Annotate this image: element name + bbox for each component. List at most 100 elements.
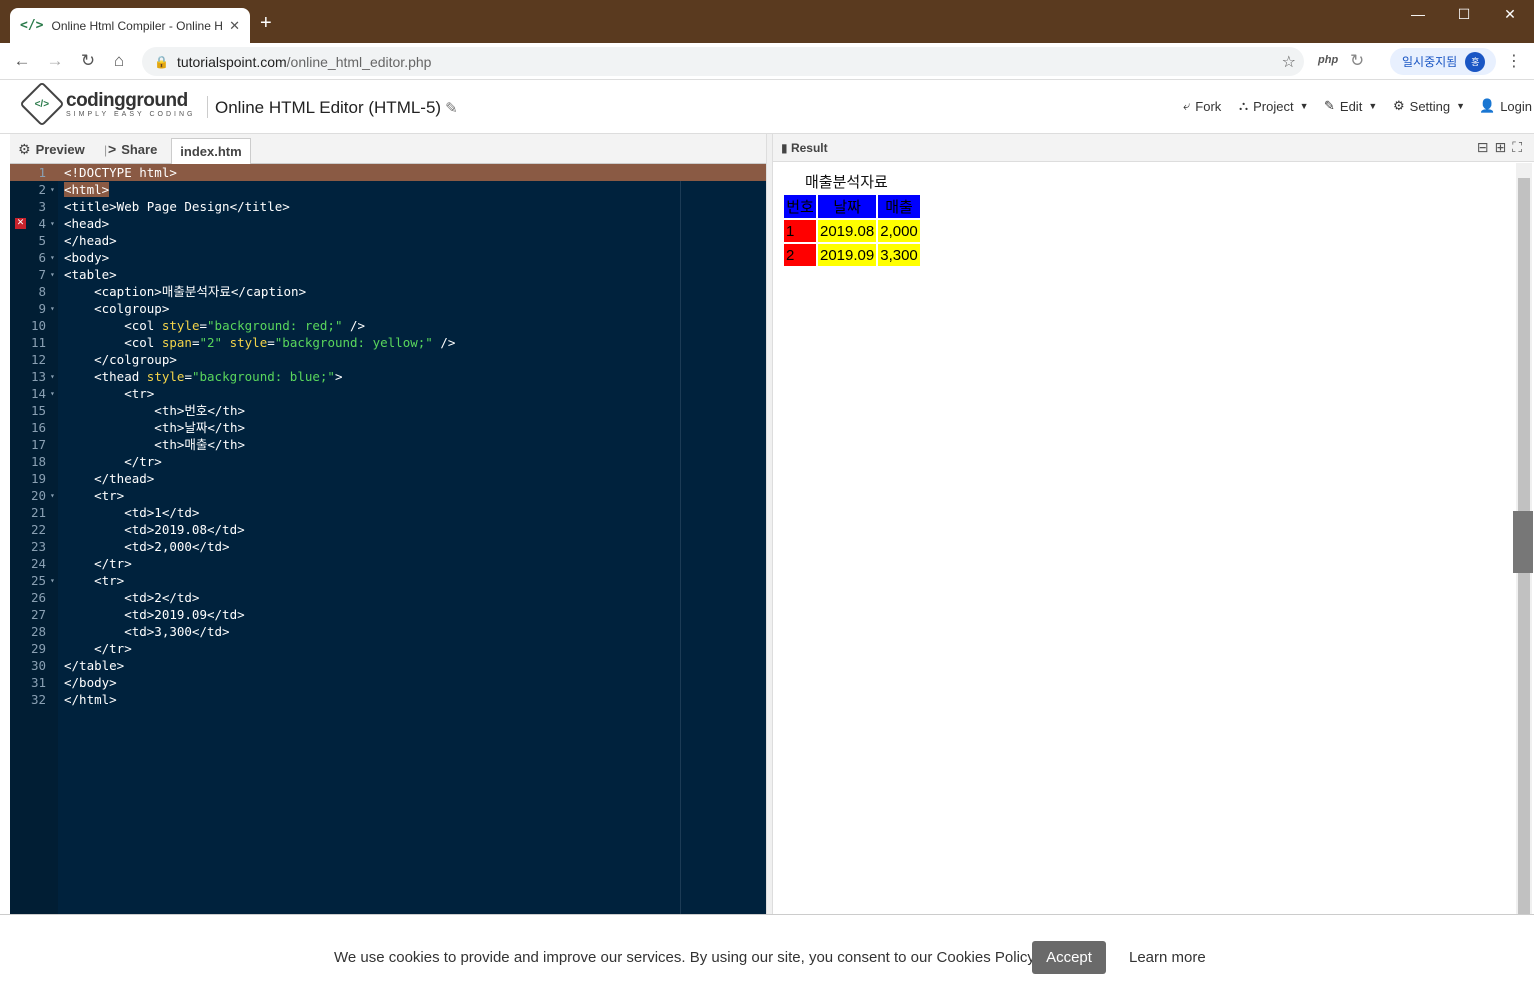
code-line: 27 <td>2019.09</td>: [10, 606, 766, 623]
php-extension-icon[interactable]: php: [1318, 54, 1338, 66]
code-line: 21 <td>1</td>: [10, 504, 766, 521]
new-tab-button[interactable]: +: [260, 12, 272, 35]
setting-label: Setting: [1409, 98, 1451, 114]
learn-more-link[interactable]: Learn more: [1129, 949, 1206, 966]
code-line: 15 <th>번호</th>: [10, 402, 766, 419]
table-row: 1 2019.08 2,000: [784, 220, 920, 242]
code-text: <colgroup>: [64, 301, 170, 316]
line-number: 25: [30, 573, 46, 588]
tab-index-htm[interactable]: index.htm: [171, 138, 251, 164]
line-number: 5: [38, 233, 46, 248]
header-divider: [207, 96, 208, 118]
bar-chart-icon: ▮: [781, 141, 791, 155]
fold-arrow-icon[interactable]: ▾: [50, 300, 55, 317]
fork-button[interactable]: ⤶ Fork: [1183, 98, 1221, 114]
code-line: 2 ▾ <html>: [10, 181, 766, 198]
setting-menu[interactable]: ⚙ Setting ▼: [1393, 98, 1465, 114]
browser-title-bar: </> Online Html Compiler - Online H ✕ + …: [0, 0, 1534, 43]
login-button[interactable]: 👤 Login: [1479, 98, 1532, 114]
line-number: 27: [30, 607, 46, 622]
url-input[interactable]: 🔒 tutorialspoint.com/online_html_editor.…: [142, 47, 1304, 76]
line-number: 18: [30, 454, 46, 469]
preview-label: Preview: [35, 142, 85, 157]
bookmark-star-icon[interactable]: ☆: [1282, 52, 1296, 72]
accept-cookies-button[interactable]: Accept: [1032, 941, 1106, 974]
collapse-icon[interactable]: ⊟: [1477, 139, 1495, 155]
code-editor[interactable]: 1 <!DOCTYPE html> 2 ▾ <html> 3 <title>Web Pa…: [10, 164, 766, 914]
fold-arrow-icon[interactable]: ▾: [50, 266, 55, 283]
code-icon: </>: [20, 18, 44, 33]
code-line: 19 </thead>: [10, 470, 766, 487]
fold-arrow-icon[interactable]: ▾: [50, 487, 55, 504]
lock-icon: 🔒: [154, 54, 169, 69]
project-menu[interactable]: ⛬ Project ▼: [1239, 98, 1309, 114]
minimize-icon[interactable]: —: [1408, 6, 1428, 22]
editor-toolbar: ⚙ Preview | > Share index.htm: [10, 134, 766, 164]
fullscreen-icon[interactable]: ⛶: [1512, 139, 1528, 155]
profile-button[interactable]: 일시중지됨 홍: [1390, 48, 1496, 75]
line-number: 32: [30, 692, 46, 707]
logo[interactable]: </> codingground SIMPLY EASY CODING: [19, 81, 195, 127]
code-text: <th>번호</th>: [64, 403, 246, 418]
pane-splitter[interactable]: [766, 134, 773, 914]
window-close-icon[interactable]: ✕: [1500, 6, 1520, 23]
code-text: </tr>: [64, 556, 132, 571]
back-icon[interactable]: ←: [12, 51, 32, 71]
expand-icon[interactable]: ⊞: [1494, 139, 1512, 155]
gear-icon: ⚙: [1393, 98, 1405, 113]
menu-kebab-icon[interactable]: ⋮: [1506, 51, 1522, 71]
home-icon[interactable]: ⌂: [109, 51, 129, 71]
url-host: tutorialspoint.com: [176, 53, 287, 70]
table-header-row: 번호 날짜 매출: [784, 195, 920, 218]
line-number: 24: [30, 556, 46, 571]
result-pane: 매출분석자료 번호 날짜 매출 1 2019.08 2,000 2 2019.0…: [773, 163, 1516, 914]
code-text: <th>날짜</th>: [64, 420, 246, 435]
line-number: 12: [30, 352, 46, 367]
browser-tab[interactable]: </> Online Html Compiler - Online H ✕: [10, 8, 250, 43]
close-icon[interactable]: ✕: [229, 18, 240, 34]
cookie-banner: We use cookies to provide and improve ou…: [0, 914, 1534, 998]
fold-arrow-icon[interactable]: ▾: [50, 181, 55, 198]
paused-label: 일시중지됨: [1402, 55, 1458, 69]
logo-mark-icon: </>: [19, 81, 65, 127]
code-text: </colgroup>: [64, 352, 177, 367]
line-number: 14: [30, 386, 46, 401]
reload-icon[interactable]: ↻: [78, 51, 98, 71]
share-button[interactable]: > Share: [108, 141, 157, 157]
extension-reload-icon[interactable]: ↻: [1350, 51, 1364, 71]
result-label: ▮ Result: [781, 141, 828, 155]
preview-button[interactable]: ⚙ Preview: [18, 141, 85, 158]
forward-icon[interactable]: →: [45, 51, 65, 71]
code-text: </body>: [64, 675, 117, 690]
page-title: Online HTML Editor (HTML-5) ✎: [215, 98, 458, 118]
line-number: 16: [30, 420, 46, 435]
line-number: 28: [30, 624, 46, 639]
code-text: <head>: [64, 216, 110, 231]
fold-arrow-icon[interactable]: ▾: [50, 215, 55, 232]
code-text: </table>: [64, 658, 125, 673]
edit-icon: ✎: [1324, 98, 1335, 113]
fold-arrow-icon[interactable]: ▾: [50, 249, 55, 266]
code-line: 12 </colgroup>: [10, 351, 766, 368]
code-text: <!DOCTYPE html>: [64, 165, 177, 180]
code-text: <td>2019.08</td>: [64, 522, 245, 537]
edit-menu[interactable]: ✎ Edit ▼: [1324, 98, 1377, 114]
code-line: 16 <th>날짜</th>: [10, 419, 766, 436]
code-line: 6 ▾ <body>: [10, 249, 766, 266]
code-line: 26 <td>2</td>: [10, 589, 766, 606]
code-text: </tr>: [64, 641, 132, 656]
code-line: 13 ▾ <thead style="background: blue;">: [10, 368, 766, 385]
edit-title-icon[interactable]: ✎: [445, 100, 458, 117]
page-scrollbar-thumb[interactable]: [1513, 511, 1533, 573]
code-line: 14 ▾ <tr>: [10, 385, 766, 402]
code-line: 9 ▾ <colgroup>: [10, 300, 766, 317]
line-number: 10: [30, 318, 46, 333]
maximize-icon[interactable]: ☐: [1454, 6, 1474, 23]
result-view-controls: ⊟⊞⛶: [1477, 139, 1528, 156]
fold-arrow-icon[interactable]: ▾: [50, 385, 55, 402]
table-caption: 매출분석자료: [805, 174, 888, 191]
line-number: 1: [38, 165, 46, 180]
fold-arrow-icon[interactable]: ▾: [50, 368, 55, 385]
code-text: <body>: [64, 250, 110, 265]
fold-arrow-icon[interactable]: ▾: [50, 572, 55, 589]
